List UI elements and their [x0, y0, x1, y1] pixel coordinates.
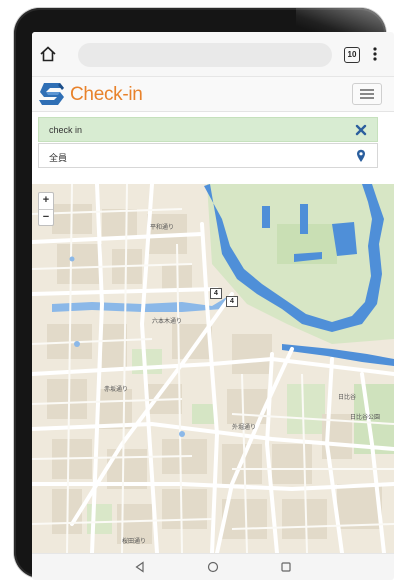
app-title: Check-in [70, 84, 143, 105]
checkin-status-row: check in [38, 117, 378, 142]
map-tiles[interactable] [32, 184, 394, 553]
back-icon[interactable] [134, 561, 146, 573]
hamburger-line [360, 97, 374, 99]
home-circle-icon[interactable] [207, 561, 219, 573]
browser-toolbar: 10 [32, 32, 394, 77]
zoom-out-button[interactable]: − [39, 210, 53, 226]
tablet-screen: 10 Check-in check in 全員 + − 4 4 日比谷 平和通り… [32, 32, 394, 580]
map-label: 日比谷公園 [350, 415, 381, 421]
logo-mark-icon [39, 83, 64, 105]
checkin-status-text: check in [49, 125, 83, 135]
map-view[interactable]: + − 4 4 日比谷 平和通り 日比谷公園 赤坂通り 六本木通り 外堀通り 桜… [32, 184, 394, 553]
route-badge: 4 [226, 296, 238, 307]
route-badge: 4 [210, 288, 222, 299]
map-label: 日比谷 [338, 395, 357, 401]
hamburger-menu-button[interactable] [352, 83, 382, 105]
member-filter-row[interactable]: 全員 [38, 143, 378, 168]
map-label: 六本木通り [152, 319, 183, 325]
map-pin-icon[interactable] [356, 149, 366, 163]
system-nav-bar [32, 553, 394, 580]
overflow-menu-icon[interactable] [370, 44, 380, 64]
zoom-in-button[interactable]: + [39, 193, 53, 210]
hamburger-line [360, 93, 374, 95]
app-logo[interactable]: Check-in [38, 79, 148, 111]
tab-count-button[interactable]: 10 [344, 47, 360, 63]
map-label: 赤坂通り [104, 387, 129, 393]
address-bar[interactable] [78, 43, 332, 67]
recent-apps-icon[interactable] [280, 561, 292, 573]
map-label: 平和通り [150, 225, 175, 231]
zoom-control: + − [38, 192, 54, 226]
hamburger-line [360, 89, 374, 91]
member-filter-text: 全員 [49, 153, 68, 163]
app-header: Check-in [32, 77, 394, 112]
home-icon[interactable] [38, 44, 58, 64]
map-label: 桜田通り [122, 539, 147, 545]
close-icon[interactable] [355, 124, 367, 136]
map-label: 外堀通り [232, 425, 257, 431]
tablet-frame: 10 Check-in check in 全員 + − 4 4 日比谷 平和通り… [14, 8, 394, 580]
